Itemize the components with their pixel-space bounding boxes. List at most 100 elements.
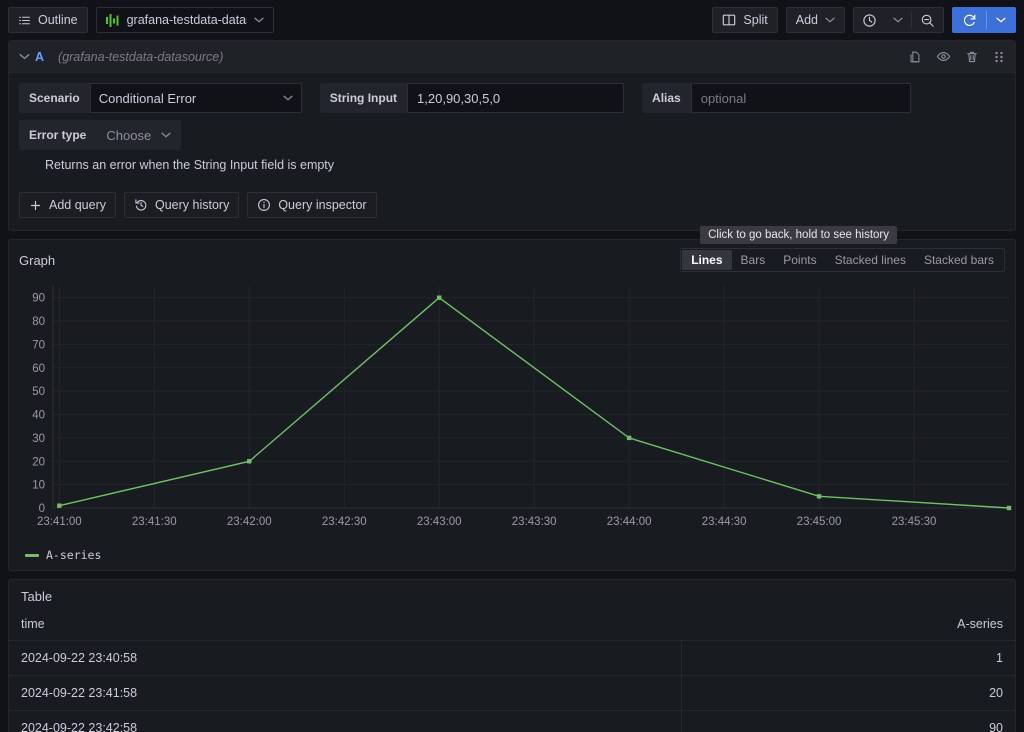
- column-header-time[interactable]: time: [9, 608, 682, 641]
- add-query-button-label: Add query: [49, 198, 106, 212]
- svg-text:23:43:00: 23:43:00: [417, 516, 462, 528]
- query-editor-body: Scenario Conditional Error String Input …: [9, 73, 1015, 182]
- duplicate-query-icon[interactable]: [908, 50, 922, 64]
- svg-text:60: 60: [32, 363, 45, 375]
- chevron-down-icon: [996, 17, 1006, 23]
- back-button-tooltip: Click to go back, hold to see history: [700, 226, 897, 244]
- trash-icon[interactable]: [965, 50, 979, 64]
- legend-item-a-series[interactable]: A-series: [46, 548, 101, 562]
- string-input-label: String Input: [319, 83, 408, 113]
- drag-handle-icon[interactable]: [993, 50, 1005, 64]
- legend-color-swatch: [25, 553, 39, 557]
- query-action-buttons: Add query Query history Query inspector: [9, 182, 1015, 230]
- scenario-label: Scenario: [19, 83, 90, 113]
- query-history-button-label: Query history: [154, 198, 230, 212]
- string-input-field[interactable]: 1,20,90,30,5,0: [407, 83, 625, 113]
- chevron-down-icon: [253, 17, 264, 23]
- query-history-button[interactable]: Query history: [123, 192, 240, 218]
- testdata-bars-icon: [105, 13, 120, 27]
- toolbar-right-group: Split Add: [712, 7, 1016, 33]
- eye-icon[interactable]: [936, 49, 951, 64]
- cell-a-series: 20: [681, 675, 1015, 711]
- viz-option-points[interactable]: Points: [774, 250, 825, 270]
- svg-text:90: 90: [32, 293, 45, 305]
- svg-text:23:41:30: 23:41:30: [132, 516, 177, 528]
- graph-panel-header: Graph Click to go back, hold to see hist…: [9, 226, 1015, 276]
- add-query-button[interactable]: Add query: [19, 192, 116, 218]
- magnifier-minus-icon: [920, 13, 935, 28]
- table-body: 2024-09-22 23:40:58 1 2024-09-22 23:41:58 2…: [9, 640, 1015, 732]
- viz-option-lines[interactable]: Lines: [682, 250, 732, 270]
- svg-text:23:44:30: 23:44:30: [702, 516, 747, 528]
- table-header: time A-series: [9, 608, 1015, 641]
- chevron-down-icon[interactable]: [19, 53, 35, 60]
- svg-text:70: 70: [32, 339, 45, 351]
- query-inspector-button-label: Query inspector: [278, 198, 367, 212]
- history-icon: [134, 198, 148, 212]
- column-header-a-series[interactable]: A-series: [681, 608, 1015, 641]
- plus-icon: [29, 199, 42, 212]
- cell-a-series: 90: [681, 710, 1015, 732]
- query-field-row-1: Scenario Conditional Error String Input …: [19, 83, 1005, 113]
- outline-button[interactable]: Outline: [8, 7, 88, 33]
- svg-text:23:44:00: 23:44:00: [607, 516, 652, 528]
- chevron-down-icon: [161, 132, 171, 138]
- refresh-interval-button[interactable]: [987, 8, 1015, 32]
- cell-time: 2024-09-22 23:41:58: [9, 675, 682, 711]
- svg-text:10: 10: [32, 480, 45, 492]
- timeseries-chart[interactable]: 0 10 20 30 40 50 60 70 80 90 23:41:00 23:41:30 23:42…: [15, 276, 1015, 538]
- query-row-actions: [908, 49, 1005, 64]
- datasource-picker-label: grafana-testdata-datasc: [126, 13, 247, 27]
- query-field-row-2: Error type Choose: [19, 120, 1005, 150]
- table-row[interactable]: 2024-09-22 23:42:58 90: [9, 710, 1015, 732]
- split-panes-icon: [722, 13, 736, 27]
- top-toolbar: Outline grafana-testdata-datasc Split Ad…: [0, 0, 1024, 40]
- chevron-down-icon: [825, 17, 835, 23]
- svg-text:40: 40: [32, 410, 45, 422]
- error-type-label: Error type: [19, 120, 97, 150]
- time-picker-chevron-button[interactable]: [885, 8, 911, 32]
- table-panel: Table time A-series 2024-09-22 23:40:58 1…: [8, 579, 1016, 732]
- split-button-label: Split: [743, 13, 768, 27]
- viz-option-stacked-bars[interactable]: Stacked bars: [915, 250, 1003, 270]
- alias-field[interactable]: optional: [690, 83, 911, 113]
- list-outline-icon: [18, 14, 31, 27]
- explore-page: Outline grafana-testdata-datasc Split Ad…: [0, 0, 1024, 732]
- add-button-label: Add: [795, 13, 818, 27]
- alias-label: Alias: [642, 83, 691, 113]
- refresh-control: [952, 7, 1016, 33]
- svg-text:23:45:30: 23:45:30: [892, 516, 937, 528]
- graph-chart-area[interactable]: 0 10 20 30 40 50 60 70 80 90 23:41:00 23:41:30 23:42…: [9, 276, 1015, 544]
- split-button[interactable]: Split: [712, 7, 778, 33]
- refresh-button[interactable]: [953, 8, 986, 32]
- svg-text:50: 50: [32, 386, 45, 398]
- scenario-select[interactable]: Conditional Error: [89, 83, 302, 113]
- info-circle-icon: [257, 198, 271, 212]
- toolbar-left-group: Outline grafana-testdata-datasc: [8, 7, 274, 33]
- zoom-out-time-button[interactable]: [912, 8, 943, 32]
- svg-text:0: 0: [39, 503, 45, 515]
- error-type-select-value: Choose: [106, 127, 152, 143]
- svg-text:23:42:30: 23:42:30: [322, 516, 367, 528]
- cell-time: 2024-09-22 23:42:58: [9, 710, 682, 732]
- viz-option-stacked-lines[interactable]: Stacked lines: [826, 250, 915, 270]
- outline-button-label: Outline: [38, 13, 78, 27]
- svg-text:23:41:00: 23:41:00: [37, 516, 82, 528]
- svg-text:23:45:00: 23:45:00: [797, 516, 842, 528]
- time-picker-button[interactable]: [854, 8, 885, 32]
- cell-time: 2024-09-22 23:40:58: [9, 640, 682, 676]
- svg-text:23:43:30: 23:43:30: [512, 516, 557, 528]
- table-row[interactable]: 2024-09-22 23:41:58 20: [9, 675, 1015, 711]
- graph-panel-title: Graph: [19, 252, 56, 268]
- datasource-picker[interactable]: grafana-testdata-datasc: [95, 7, 274, 33]
- query-inspector-button[interactable]: Query inspector: [247, 192, 377, 218]
- error-type-select[interactable]: Choose: [96, 120, 182, 150]
- cell-a-series: 1: [681, 640, 1015, 676]
- query-row-header: A (grafana-testdata-datasource): [9, 41, 1015, 73]
- query-editor-panel: A (grafana-testdata-datasource) Scenario…: [8, 40, 1016, 231]
- table-row[interactable]: 2024-09-22 23:40:58 1: [9, 640, 1015, 676]
- query-ref-id[interactable]: A: [35, 50, 44, 64]
- svg-text:23:42:00: 23:42:00: [227, 516, 272, 528]
- viz-option-bars[interactable]: Bars: [732, 250, 775, 270]
- add-button[interactable]: Add: [785, 7, 845, 33]
